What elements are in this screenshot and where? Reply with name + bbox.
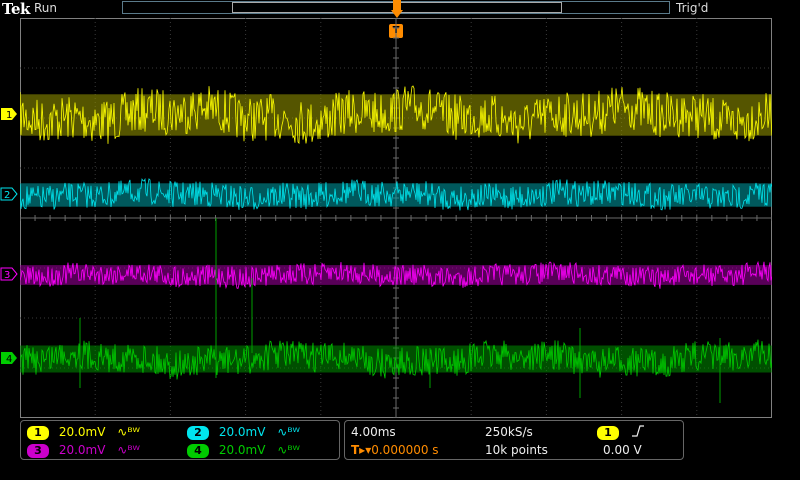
channel-3-badge: 3 xyxy=(27,444,49,458)
channel-1-scale: 20.0mV xyxy=(58,425,106,439)
channel-2-scale: 20.0mV xyxy=(218,425,266,439)
status-bar: Tek Run Trig'd xyxy=(0,0,800,18)
trigger-status: Trig'd xyxy=(676,1,709,15)
trigger-source-badge: 1 xyxy=(597,426,619,440)
channel-2-readout[interactable]: 2 20.0mV ∿ᴮᵂ xyxy=(187,425,300,440)
delay-icon: T▸▾ xyxy=(351,443,372,457)
waveform-display[interactable] xyxy=(20,18,772,418)
bandwidth-limit-icon: ∿ᴮᵂ xyxy=(117,443,140,457)
channel-4-badge: 4 xyxy=(187,444,209,458)
acquisition-status[interactable]: Run xyxy=(34,1,57,15)
trigger-delay: 0.000000 s xyxy=(371,443,439,457)
brand-logo: Tek xyxy=(2,0,30,18)
horizontal-trigger-panel[interactable]: 4.00ms 250kS/s T▸▾0.000000 s 10k points … xyxy=(344,420,684,460)
trigger-level[interactable]: 0.00 V xyxy=(603,443,642,457)
record-length[interactable]: 10k points xyxy=(485,443,548,457)
channel-2-badge: 2 xyxy=(187,426,209,440)
svg-text:4: 4 xyxy=(6,354,12,365)
bandwidth-limit-icon: ∿ᴮᵂ xyxy=(277,443,300,457)
channel-3-scale: 20.0mV xyxy=(58,443,106,457)
readout-bar: 1 20.0mV ∿ᴮᵂ 2 20.0mV ∿ᴮᵂ 3 20.0mV ∿ᴮᵂ 4… xyxy=(0,420,800,480)
svg-text:1: 1 xyxy=(6,110,12,121)
time-scale[interactable]: 4.00ms xyxy=(351,425,396,439)
svg-text:3: 3 xyxy=(4,270,10,281)
channel-4-scale: 20.0mV xyxy=(218,443,266,457)
channel-4-marker[interactable]: 4 xyxy=(0,351,18,365)
channel-4-readout[interactable]: 4 20.0mV ∿ᴮᵂ xyxy=(187,443,300,458)
channel-2-marker[interactable]: 2 xyxy=(0,187,18,201)
channel-1-badge: 1 xyxy=(27,426,49,440)
channel-1-marker[interactable]: 1 xyxy=(0,107,18,121)
channel-3-readout[interactable]: 3 20.0mV ∿ᴮᵂ xyxy=(27,443,140,458)
svg-text:2: 2 xyxy=(4,190,10,201)
channel-3-marker[interactable]: 3 xyxy=(0,267,18,281)
channel-1-readout[interactable]: 1 20.0mV ∿ᴮᵂ xyxy=(27,425,140,440)
sample-rate: 250kS/s xyxy=(485,425,533,439)
vertical-readout-panel[interactable]: 1 20.0mV ∿ᴮᵂ 2 20.0mV ∿ᴮᵂ 3 20.0mV ∿ᴮᵂ 4… xyxy=(20,420,340,460)
rising-edge-icon xyxy=(631,425,644,437)
trigger-source-readout[interactable]: 1 xyxy=(597,425,645,440)
waveform-traces xyxy=(20,85,772,403)
trigger-delay-readout[interactable]: T▸▾0.000000 s xyxy=(351,443,439,457)
bandwidth-limit-icon: ∿ᴮᵂ xyxy=(117,425,140,439)
bandwidth-limit-icon: ∿ᴮᵂ xyxy=(277,425,300,439)
